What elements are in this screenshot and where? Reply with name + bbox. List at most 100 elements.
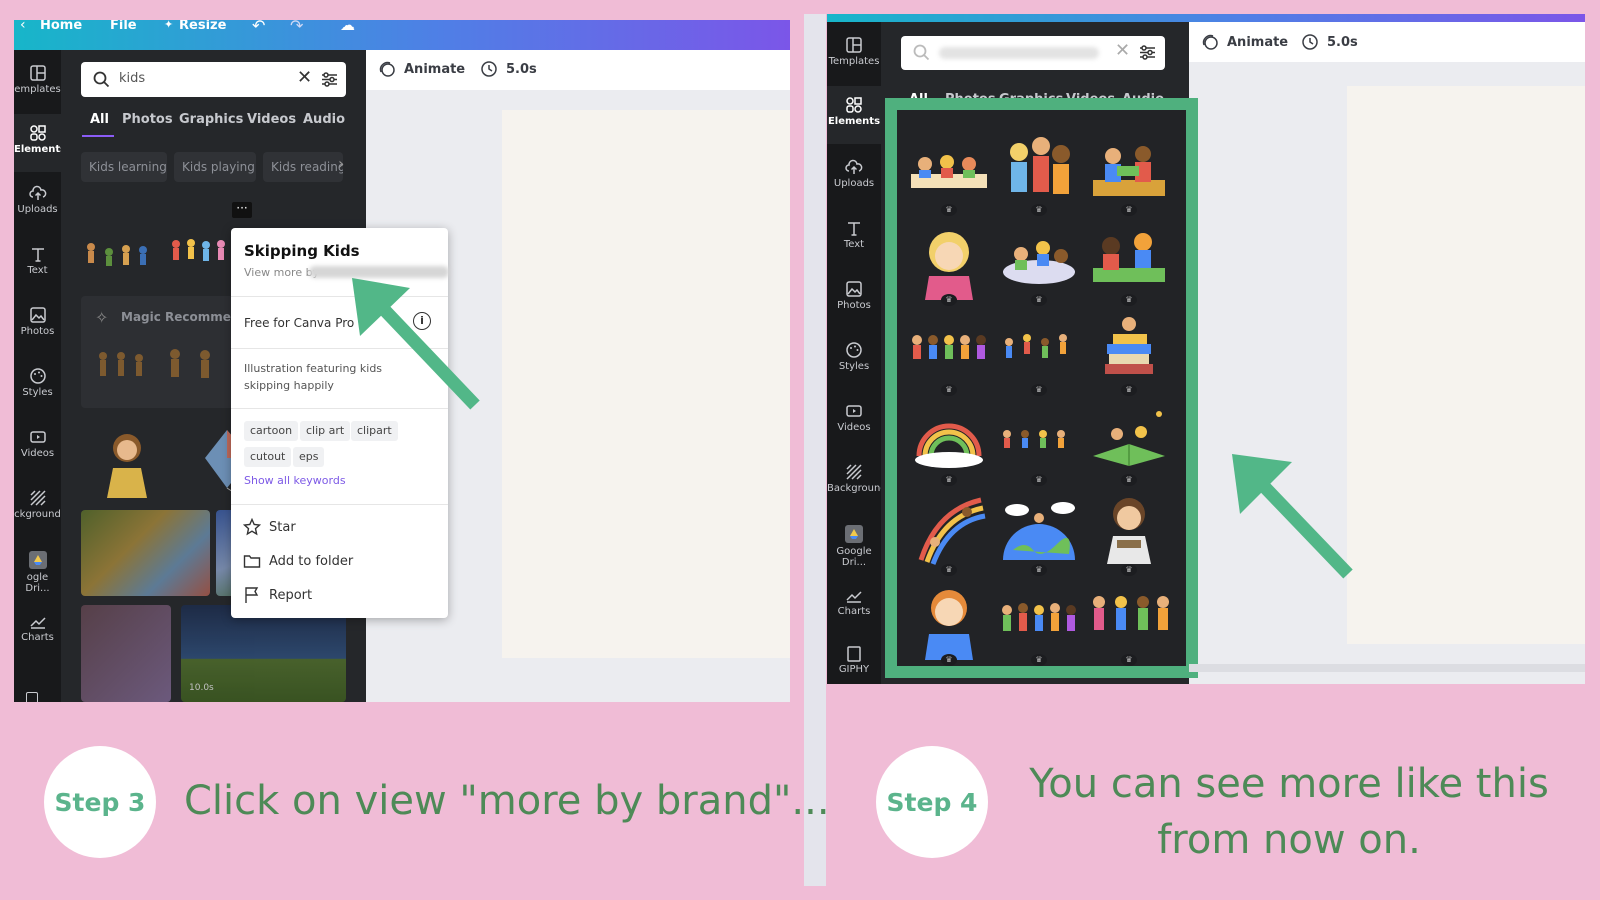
graphic-kids-crowd[interactable]: ♛ [997, 580, 1081, 666]
keyword-tag[interactable]: clip art [300, 421, 351, 441]
side-rail: Templates Elements Uploads Text Photos S… [827, 22, 887, 684]
view-more-by-link[interactable]: View more by [244, 266, 319, 279]
graphic-kids-waving[interactable]: ♛ [1087, 580, 1171, 666]
thumbnail-craft[interactable] [81, 605, 171, 702]
tab-photos[interactable]: Photos [122, 112, 173, 127]
tab-all[interactable]: All [90, 112, 109, 127]
rail-charts[interactable]: Charts [827, 586, 881, 617]
animate-label: Animate [404, 61, 466, 77]
clock-icon [481, 61, 497, 77]
duration-label: 5.0s [1327, 34, 1358, 50]
star-menu-item[interactable]: Star [243, 518, 296, 536]
animate-button[interactable]: Animate [1201, 33, 1288, 51]
thumbnail-field-video[interactable]: 10.0s [181, 605, 346, 702]
rail-giphy[interactable]: GIPHY [827, 646, 881, 675]
undo-icon[interactable]: ↶ [252, 20, 265, 35]
suggestion-chip[interactable]: Kids playing [174, 152, 256, 182]
graphic-kids-painting[interactable]: ♛ [997, 220, 1081, 306]
thumbnail-kids-photo[interactable] [81, 510, 210, 596]
resize-menu[interactable]: Resize [179, 20, 226, 33]
pro-crown-icon: ♛ [1121, 294, 1137, 306]
rail-label: Videos [837, 422, 871, 433]
pro-crown-icon: ♛ [941, 564, 957, 576]
clear-search-icon[interactable]: ✕ [297, 67, 312, 88]
home-menu[interactable]: Home [40, 20, 82, 33]
rail-elements[interactable]: Elements [14, 114, 66, 172]
report-menu-item[interactable]: Report [243, 586, 312, 604]
rail-templates[interactable]: emplates [14, 64, 61, 95]
duration-button[interactable]: 5.0s [480, 60, 537, 78]
rail-videos[interactable]: Videos [827, 402, 881, 433]
keyword-tag[interactable]: cutout [244, 447, 292, 467]
graphic-kids-globe[interactable]: ♛ [997, 490, 1081, 576]
rail-uploads[interactable]: Uploads [827, 158, 881, 189]
graphic-kids-books[interactable]: ♛ [1087, 310, 1171, 396]
search-box[interactable]: kids ✕ [81, 62, 346, 97]
recommendation-thumbnail[interactable] [93, 346, 233, 386]
add-to-folder-menu-item[interactable]: Add to folder [243, 552, 353, 570]
rail-background[interactable]: Background [827, 463, 887, 494]
rail-styles[interactable]: Styles [827, 341, 881, 372]
keyword-tag[interactable]: cartoon [244, 421, 299, 441]
rail-more-icon[interactable] [26, 692, 38, 702]
search-box[interactable]: ✕ [901, 36, 1165, 70]
redo-icon[interactable]: ↷ [290, 20, 303, 35]
rail-uploads[interactable]: Uploads [14, 184, 61, 215]
tab-graphics[interactable]: Graphics [179, 112, 243, 127]
pointer-arrow-right [1232, 454, 1353, 579]
rail-text[interactable]: Text [827, 219, 881, 250]
keyword-tag[interactable]: clipart [351, 421, 398, 441]
keyword-tag[interactable]: eps [293, 447, 325, 467]
sparkle-icon: ✦ [164, 20, 174, 31]
rail-elements[interactable]: Elements [827, 86, 881, 144]
rail-label: GIPHY [838, 664, 870, 675]
rail-text[interactable]: Text [14, 245, 61, 276]
rail-templates[interactable]: Templates [827, 36, 881, 67]
text-icon [848, 222, 860, 236]
suggestion-chip[interactable]: Kids learning [81, 152, 167, 182]
tab-audio[interactable]: Audio [303, 112, 345, 127]
filter-sliders-icon[interactable] [321, 71, 338, 88]
suggestion-chip[interactable]: Kids reading [263, 152, 343, 182]
more-options-icon[interactable]: ··· [232, 202, 252, 218]
graphic-kids-row[interactable]: ♛ [907, 310, 991, 396]
show-all-keywords-link[interactable]: Show all keywords [244, 474, 346, 487]
tab-videos[interactable]: Videos [247, 112, 296, 127]
filter-sliders-icon[interactable] [1139, 44, 1156, 61]
rail-photos[interactable]: Photos [14, 306, 61, 337]
rail-videos[interactable]: Videos [14, 428, 61, 459]
rail-photos[interactable]: Photos [827, 280, 881, 311]
graphic-boy-thinking[interactable]: ♛ [1087, 490, 1171, 576]
graphic-kids-puzzle[interactable]: ♛ [1087, 220, 1171, 306]
video-duration-badge: 10.0s [189, 683, 214, 693]
graphic-kids-chain[interactable]: ♛ [997, 400, 1081, 486]
graphic-kids-dancing[interactable]: ♛ [997, 310, 1081, 396]
rail-google-drive[interactable]: ogle Dri... [14, 550, 61, 594]
graphic-kids-drawing[interactable]: ♛ [907, 130, 991, 216]
graphic-kids-group[interactable]: ♛ [997, 130, 1081, 216]
kids-graphic-row[interactable] [81, 222, 231, 277]
design-page[interactable] [502, 110, 790, 658]
graphic-kids-rainbow-slide[interactable]: ♛ [907, 490, 991, 576]
horizontal-scrollbar[interactable] [1189, 664, 1585, 672]
templates-icon [29, 65, 46, 81]
thumbnail-girl[interactable] [81, 418, 173, 510]
clear-search-icon[interactable]: ✕ [1115, 40, 1130, 61]
kids-row-illustration [912, 335, 986, 359]
graphic-blonde-girl[interactable]: ♛ [907, 220, 991, 306]
search-input[interactable]: kids [119, 71, 145, 86]
back-chevron-icon[interactable]: ‹ [20, 20, 26, 33]
rail-background[interactable]: ckground [14, 489, 61, 520]
graphic-boy-thumbs-up[interactable]: ♛ [907, 580, 991, 666]
graphic-kids-rainbow-cloud[interactable]: ♛ [907, 400, 991, 486]
rail-google-drive[interactable]: Google Dri... [827, 524, 881, 568]
graphic-kids-reading[interactable]: ♛ [1087, 130, 1171, 216]
rail-charts[interactable]: Charts [14, 612, 61, 643]
rail-styles[interactable]: Styles [14, 367, 61, 398]
duration-button[interactable]: 5.0s [1301, 33, 1358, 51]
chevron-right-icon[interactable]: › [338, 154, 344, 173]
design-page[interactable] [1347, 86, 1585, 644]
file-menu[interactable]: File [110, 20, 137, 33]
animate-button[interactable]: Animate [378, 60, 465, 78]
graphic-kids-flying-book[interactable]: ♛ [1087, 400, 1171, 486]
